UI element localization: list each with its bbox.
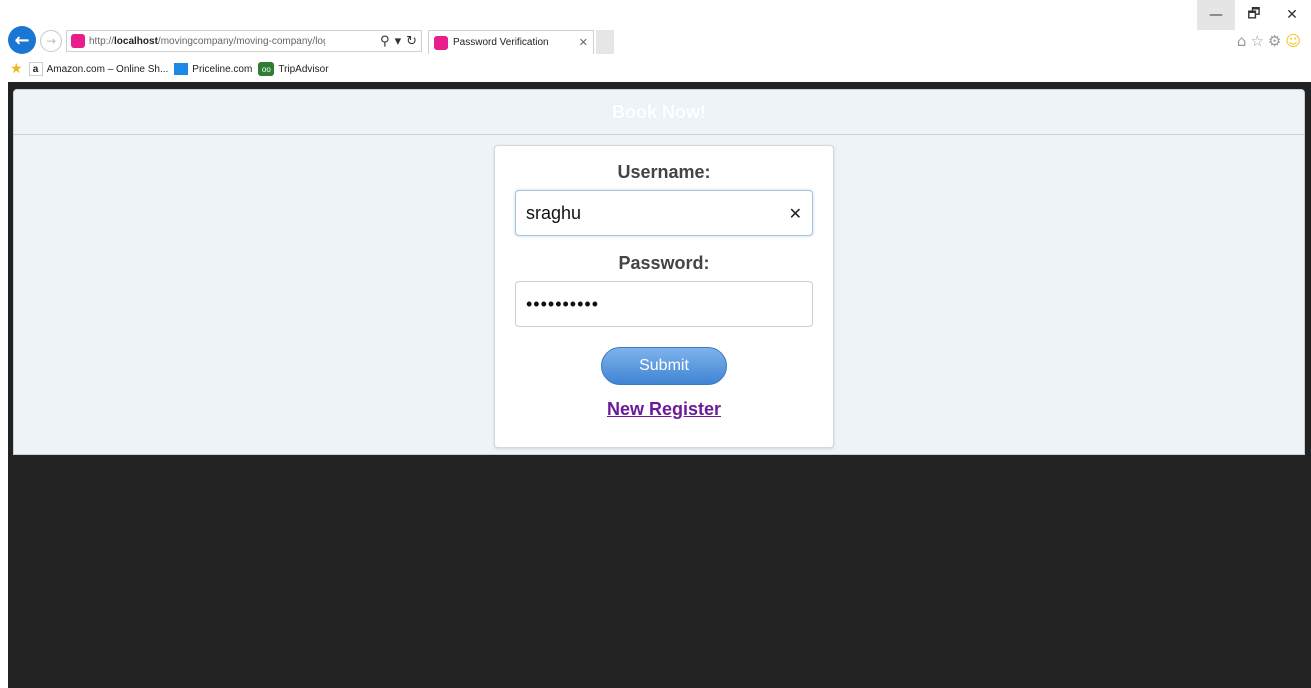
content-panel: Username: ✕ Password: Submit New Registe… [13,135,1305,455]
page-header: Book Now! [13,89,1305,135]
password-field[interactable] [515,281,813,327]
favorite-label: TripAdvisor [278,63,329,75]
tab-title: Password Verification [453,37,549,48]
site-favicon-icon [71,34,85,48]
username-input[interactable] [526,202,783,224]
search-icon[interactable]: ⚲ [380,34,390,49]
new-register-link[interactable]: New Register [495,399,833,420]
tab-password-verification[interactable]: Password Verification ✕ [428,30,594,54]
amazon-icon: a [28,62,43,76]
page-title: Book Now! [612,101,706,122]
window-controls: — 🗗 ✕ [1197,0,1311,30]
favorites-bar: ★ a Amazon.com – Online Sh... Priceline.… [0,58,1311,80]
toolbar-icons: ⌂ ☆ ⚙ ☺ [1237,32,1301,50]
favorite-label: Amazon.com – Online Sh... [46,63,169,75]
clear-input-icon[interactable]: ✕ [783,204,802,223]
address-controls: ⚲ ▾ ↻ [380,34,417,49]
password-label: Password: [618,253,710,273]
back-button[interactable]: ← [8,26,36,54]
refresh-icon[interactable]: ↻ [406,34,417,49]
home-icon[interactable]: ⌂ [1237,32,1247,50]
forward-button[interactable]: → [40,30,62,52]
address-url[interactable]: http://localhost/movingcompany/moving-co… [89,36,325,47]
add-favorites-star-icon[interactable]: ★ [10,61,23,77]
tab-favicon-icon [434,35,448,50]
username-field[interactable]: ✕ [515,190,813,236]
minimize-button[interactable]: — [1197,0,1235,30]
new-tab-button[interactable] [596,30,614,54]
submit-button[interactable]: Submit [601,347,727,385]
dropdown-icon[interactable]: ▾ [395,34,402,49]
browser-chrome: — 🗗 ✕ ← → http://localhost/movingcompany… [0,0,1311,82]
favorite-priceline[interactable]: Priceline.com [174,63,252,75]
favorite-label: Priceline.com [192,63,253,75]
back-arrow-icon: ← [14,29,30,51]
favorite-amazon[interactable]: a Amazon.com – Online Sh... [28,62,169,76]
tripadvisor-icon: oo [258,62,275,76]
password-input[interactable] [526,293,802,315]
favorites-icon[interactable]: ☆ [1250,32,1263,50]
settings-icon[interactable]: ⚙ [1268,32,1281,50]
priceline-icon [174,63,189,75]
feedback-smiley-icon[interactable]: ☺ [1285,32,1301,50]
login-form: Username: ✕ Password: Submit New Registe… [494,145,834,448]
restore-button[interactable]: 🗗 [1235,0,1273,30]
address-bar[interactable]: http://localhost/movingcompany/moving-co… [66,30,422,52]
close-button[interactable]: ✕ [1273,0,1311,30]
favorite-tripadvisor[interactable]: oo TripAdvisor [258,62,329,76]
username-label: Username: [617,162,711,182]
forward-arrow-icon: → [45,34,57,48]
tab-close-icon[interactable]: ✕ [579,36,588,49]
page-viewport: Book Now! Username: ✕ Password: Submit N… [8,82,1311,688]
